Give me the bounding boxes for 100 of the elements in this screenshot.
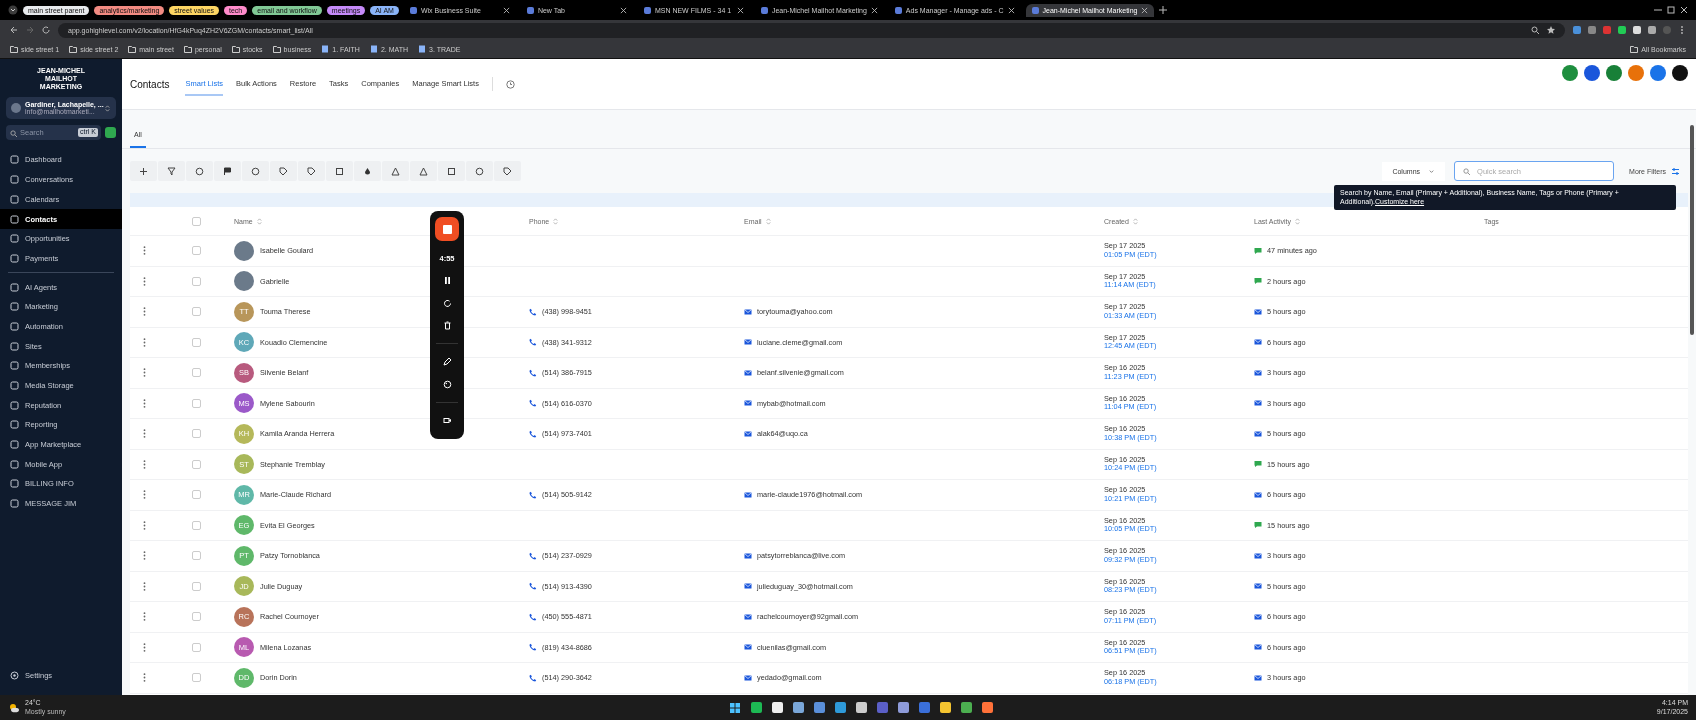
- sort-icon: [1293, 217, 1301, 225]
- row-checkbox[interactable]: [191, 459, 201, 469]
- phone-icon: [529, 673, 537, 682]
- toolbar-button[interactable]: [214, 161, 241, 181]
- row-checkbox[interactable]: [191, 429, 201, 439]
- star-icon[interactable]: [1547, 26, 1555, 34]
- taskbar-app-icon[interactable]: [856, 702, 868, 713]
- row-checkbox[interactable]: [191, 551, 201, 561]
- envelope-icon: [1254, 429, 1262, 438]
- envelope-icon: [1254, 643, 1262, 652]
- close-icon[interactable]: [736, 6, 744, 14]
- row-checkbox[interactable]: [191, 398, 201, 408]
- clock-icon[interactable]: [505, 79, 515, 89]
- phone-icon: [529, 307, 537, 316]
- taskbar-app-icon[interactable]: [961, 702, 973, 713]
- triangle-icon: [391, 166, 400, 176]
- windows-start-icon[interactable]: [729, 701, 742, 714]
- taskbar-app-icon[interactable]: [772, 702, 784, 713]
- reload-icon[interactable]: [42, 26, 50, 34]
- phone-icon: [529, 429, 537, 438]
- row-checkbox[interactable]: [191, 520, 201, 530]
- document-icon: [418, 45, 426, 53]
- row-checkbox[interactable]: [191, 673, 201, 683]
- pause-icon[interactable]: [442, 276, 452, 286]
- quick-action-button[interactable]: [1584, 65, 1600, 81]
- phone-icon: [529, 612, 537, 621]
- camera-icon[interactable]: [442, 415, 452, 425]
- document-icon: [321, 45, 330, 53]
- restore-icon[interactable]: [1667, 6, 1675, 14]
- taskbar-app-icon[interactable]: [982, 702, 994, 713]
- minimize-icon[interactable]: [1654, 6, 1662, 14]
- sun-cloud-icon: [8, 701, 20, 714]
- trash-icon[interactable]: [442, 320, 452, 330]
- row-checkbox[interactable]: [191, 368, 201, 378]
- phone-icon: [529, 643, 537, 652]
- phone-icon: [529, 490, 537, 499]
- triangle-icon: [419, 166, 428, 176]
- close-icon[interactable]: [1141, 6, 1149, 14]
- plus-icon: [139, 166, 148, 176]
- close-icon[interactable]: [1007, 6, 1015, 14]
- more-vertical-icon[interactable]: [1678, 26, 1686, 34]
- tab-list-icon[interactable]: [8, 5, 18, 15]
- row-checkbox[interactable]: [191, 490, 201, 500]
- envelope-icon: [744, 582, 752, 591]
- sort-icon: [552, 217, 560, 225]
- envelope-icon: [744, 551, 752, 560]
- toolbar-button[interactable]: [326, 161, 353, 181]
- toolbar-button[interactable]: [438, 161, 465, 181]
- row-checkbox[interactable]: [191, 337, 201, 347]
- row-checkbox[interactable]: [191, 307, 201, 317]
- sliders-icon: [1671, 166, 1680, 176]
- phone-icon: [529, 582, 537, 591]
- close-icon[interactable]: [870, 6, 878, 14]
- circle-outline-icon: [195, 166, 204, 176]
- square-outline-icon: [10, 322, 19, 331]
- envelope-icon: [1254, 551, 1262, 560]
- envelope-icon: [744, 307, 752, 316]
- new-tab-icon[interactable]: [1159, 6, 1168, 14]
- row-checkbox[interactable]: [191, 246, 201, 256]
- select-all-checkbox[interactable]: [191, 216, 201, 226]
- toolbar-button[interactable]: [130, 161, 157, 181]
- settings-icon: [10, 670, 19, 680]
- envelope-icon: [1254, 307, 1262, 316]
- envelope-icon: [1254, 612, 1262, 621]
- taskbar-app-icon[interactable]: [751, 702, 763, 713]
- back-arrow-icon[interactable]: [10, 26, 18, 34]
- close-icon[interactable]: [619, 6, 627, 14]
- scrollbar-thumb[interactable]: [1690, 125, 1694, 335]
- phone-icon: [529, 368, 537, 377]
- row-checkbox[interactable]: [191, 581, 201, 591]
- envelope-icon: [744, 399, 752, 408]
- search-icon: [10, 130, 17, 138]
- restart-icon[interactable]: [442, 298, 452, 308]
- envelope-icon: [1254, 490, 1262, 499]
- envelope-icon: [744, 643, 752, 652]
- chat-bubble-icon: [1254, 521, 1262, 530]
- taskbar-app-icon[interactable]: [898, 702, 910, 713]
- chat-bubble-icon: [1254, 246, 1262, 255]
- row-checkbox[interactable]: [191, 642, 201, 652]
- avatar-photo: [234, 271, 254, 292]
- quick-action-button[interactable]: [1672, 65, 1688, 81]
- avatar-photo: [234, 240, 254, 261]
- envelope-icon: [744, 338, 752, 347]
- envelope-icon: [1254, 399, 1262, 408]
- taskbar-app-icon[interactable]: [793, 702, 805, 713]
- chevron-updown-icon: [104, 104, 111, 112]
- stop-button[interactable]: [435, 217, 459, 241]
- row-checkbox[interactable]: [191, 612, 201, 622]
- close-icon[interactable]: [502, 6, 510, 14]
- toolbar-button[interactable]: [354, 161, 381, 181]
- taskbar-app-icon[interactable]: [940, 702, 952, 713]
- envelope-icon: [1254, 338, 1262, 347]
- phone-icon: [529, 399, 537, 408]
- envelope-icon: [1254, 673, 1262, 682]
- envelope-icon: [744, 429, 752, 438]
- pencil-icon[interactable]: [442, 357, 452, 367]
- tag-icon: [279, 166, 288, 176]
- close-icon[interactable]: [1680, 6, 1688, 14]
- row-checkbox[interactable]: [191, 276, 201, 286]
- chevron-down-icon: [1428, 167, 1436, 175]
